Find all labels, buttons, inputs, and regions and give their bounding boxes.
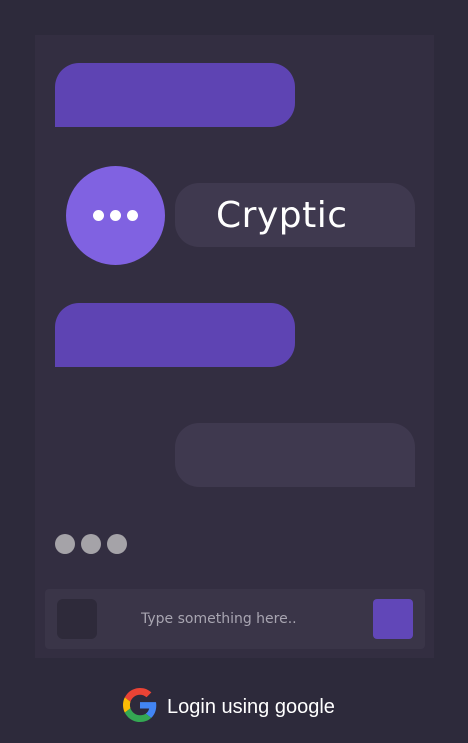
more-dots-icon-dot (127, 210, 138, 221)
brand-bubble: Cryptic (175, 183, 415, 247)
more-dots-icon (93, 210, 104, 221)
more-dots-icon-dot (110, 210, 121, 221)
typing-dot (81, 534, 101, 554)
typing-dot (55, 534, 75, 554)
brand-name: Cryptic (216, 194, 348, 236)
send-button[interactable] (373, 599, 413, 639)
attach-button[interactable] (57, 599, 97, 639)
typing-dot (107, 534, 127, 554)
login-label: Login using google (167, 695, 335, 718)
message-bubble-outgoing (175, 423, 415, 487)
google-icon (123, 688, 157, 726)
login-google-button[interactable]: Login using google (123, 688, 335, 726)
message-bubble-incoming (55, 63, 295, 127)
chat-preview-panel: Cryptic (35, 35, 434, 658)
message-bubble-incoming (55, 303, 295, 367)
message-composer (45, 589, 425, 649)
message-input[interactable] (111, 599, 361, 639)
typing-indicator (55, 534, 127, 554)
avatar (66, 166, 165, 265)
